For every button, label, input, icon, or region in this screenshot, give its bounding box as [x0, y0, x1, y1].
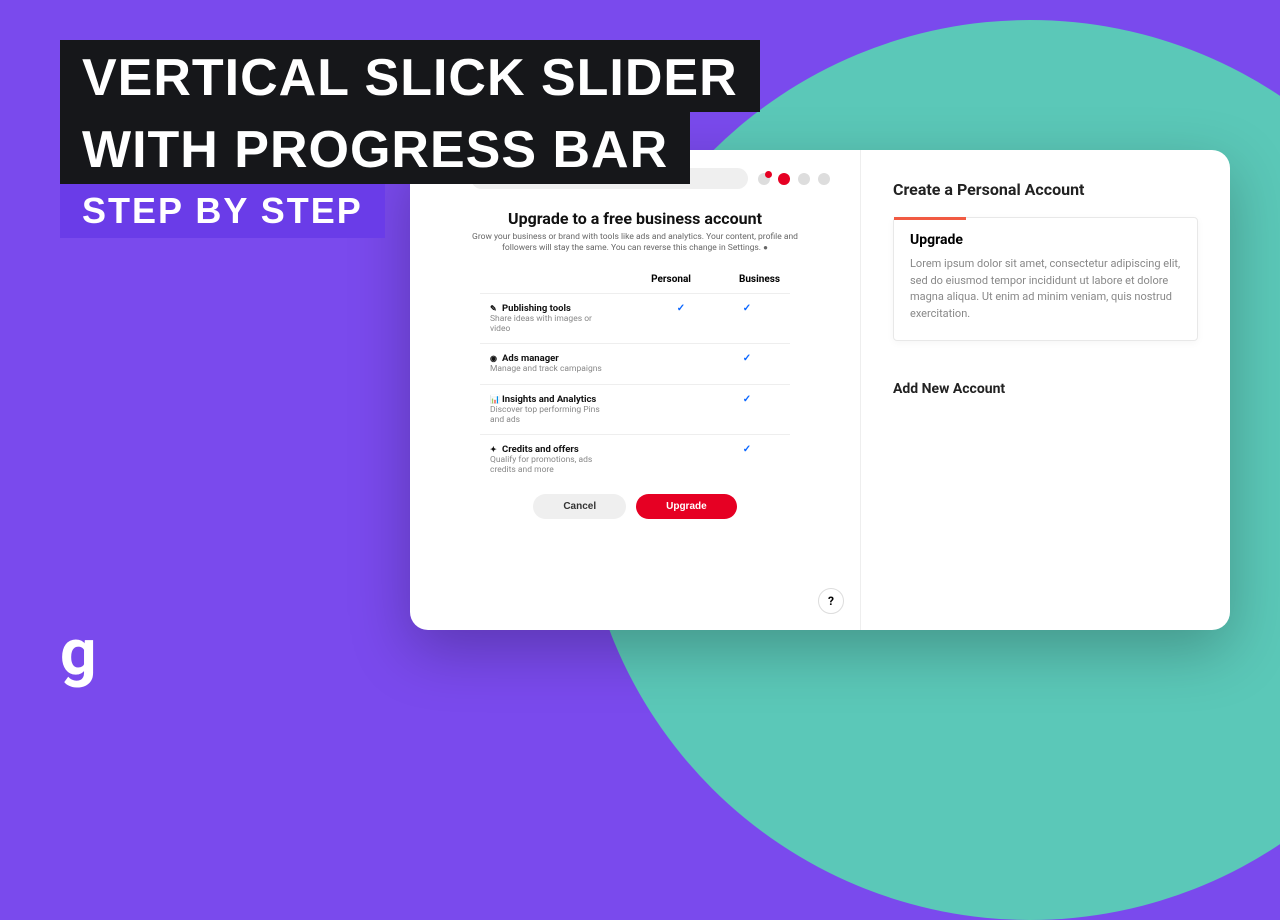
feature-table: Personal Business ✎ Publishing toolsShare…	[480, 268, 790, 484]
feature-title: Ads manager	[502, 353, 559, 364]
menu-icon[interactable]	[818, 173, 830, 185]
brand-logo: g	[60, 615, 97, 690]
cell-business: ✓	[714, 394, 780, 405]
feature-title: Credits and offers	[502, 444, 579, 455]
cell-business: ✓	[714, 353, 780, 364]
feature-desc: Qualify for promotions, ads credits and …	[490, 455, 610, 475]
col-personal: Personal	[651, 274, 691, 285]
cell-business: ✓	[714, 444, 780, 455]
feature-icon: ◉	[490, 354, 498, 363]
feature-icon: 📊	[490, 395, 498, 404]
feature-title: Publishing tools	[502, 303, 571, 314]
feature-icon: ✎	[490, 304, 498, 313]
bell-icon[interactable]	[758, 173, 770, 185]
feature-desc: Discover top performing Pins and ads	[490, 405, 610, 425]
table-row: 📊 Insights and AnalyticsDiscover top perf…	[480, 384, 790, 434]
button-row: Cancel Upgrade	[440, 494, 830, 519]
cancel-button[interactable]: Cancel	[533, 494, 626, 519]
top-icons	[758, 173, 830, 185]
feature-desc: Share ideas with images or video	[490, 314, 610, 334]
upgrade-button[interactable]: Upgrade	[636, 494, 737, 519]
cell-personal: ✓	[648, 303, 714, 314]
headline-line-1: VERTICAL SLICK SLIDER	[60, 40, 760, 112]
feature-icon: ✦	[490, 445, 498, 454]
avatar[interactable]	[798, 173, 810, 185]
thumbnail-headline: VERTICAL SLICK SLIDER WITH PROGRESS BAR …	[60, 40, 760, 238]
table-row: ✦ Credits and offersQualify for promotion…	[480, 434, 790, 484]
cell-business: ✓	[714, 303, 780, 314]
table-row: ◉ Ads managerManage and track campaigns ✓	[480, 343, 790, 383]
headline-line-2: WITH PROGRESS BAR	[60, 112, 690, 184]
info-icon[interactable]: ●	[763, 243, 768, 252]
col-business: Business	[739, 274, 780, 285]
step-card-upgrade[interactable]: Upgrade Lorem ipsum dolor sit amet, cons…	[893, 217, 1198, 341]
card-right-panel: Create a Personal Account Upgrade Lorem …	[861, 150, 1230, 630]
chat-icon[interactable]	[778, 173, 790, 185]
right-heading-2: Add New Account	[893, 381, 1198, 397]
step-desc: Lorem ipsum dolor sit amet, consectetur …	[910, 256, 1181, 322]
right-heading-1: Create a Personal Account	[893, 180, 1198, 199]
table-row: ✎ Publishing toolsShare ideas with images…	[480, 293, 790, 343]
notification-dot	[765, 171, 772, 178]
headline-sub: STEP BY STEP	[60, 184, 385, 238]
table-header: Personal Business	[480, 268, 790, 293]
step-title: Upgrade	[910, 232, 1181, 248]
feature-title: Insights and Analytics	[502, 394, 596, 405]
help-button[interactable]: ?	[818, 588, 844, 614]
feature-desc: Manage and track campaigns	[490, 364, 610, 374]
